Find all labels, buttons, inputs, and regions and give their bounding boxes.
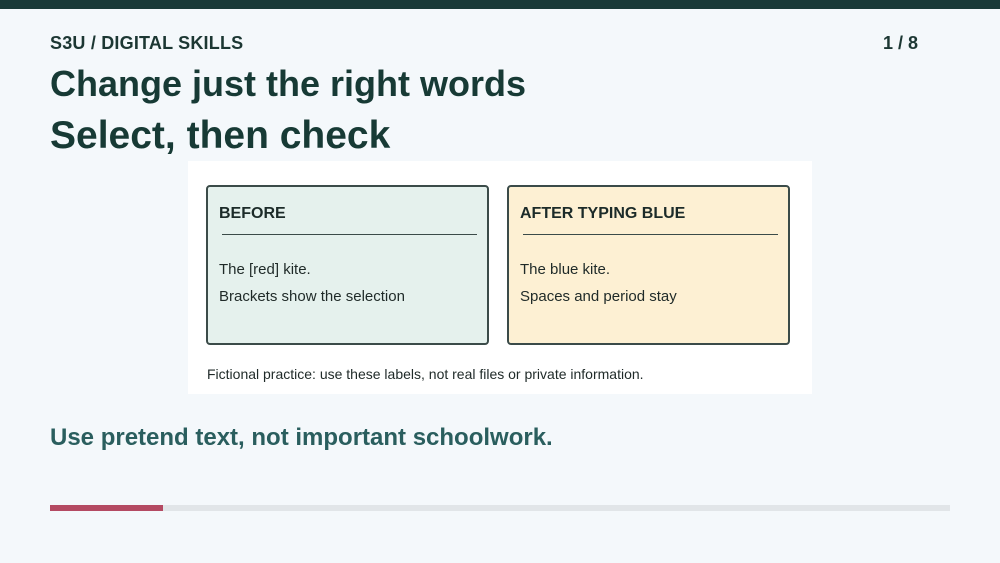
before-card-heading: BEFORE <box>219 205 286 222</box>
before-card-example-text: The [red] kite. <box>219 261 311 278</box>
page-indicator: 1 / 8 <box>882 33 918 53</box>
after-card: AFTER TYPING BLUE The blue kite. Spaces … <box>507 185 790 345</box>
progress-bar-fill <box>50 505 163 511</box>
example-panel: BEFORE The [red] kite. Brackets show the… <box>188 161 812 394</box>
slide-subtitle: Select, then check <box>50 114 391 157</box>
after-card-caption: Spaces and period stay <box>520 288 677 305</box>
progress-bar <box>50 505 950 511</box>
course-label: S3U / DIGITAL SKILLS <box>50 33 244 53</box>
before-card-divider <box>222 234 477 235</box>
safety-tip: Use pretend text, not important schoolwo… <box>50 424 553 451</box>
slide-title: Change just the right words <box>50 63 527 104</box>
top-bar <box>0 0 1000 9</box>
before-card: BEFORE The [red] kite. Brackets show the… <box>206 185 489 345</box>
after-card-heading: AFTER TYPING BLUE <box>520 205 686 222</box>
practice-note: Fictional practice: use these labels, no… <box>207 366 644 382</box>
after-card-divider <box>523 234 778 235</box>
after-card-example-text: The blue kite. <box>520 261 611 278</box>
before-card-caption: Brackets show the selection <box>219 288 405 305</box>
